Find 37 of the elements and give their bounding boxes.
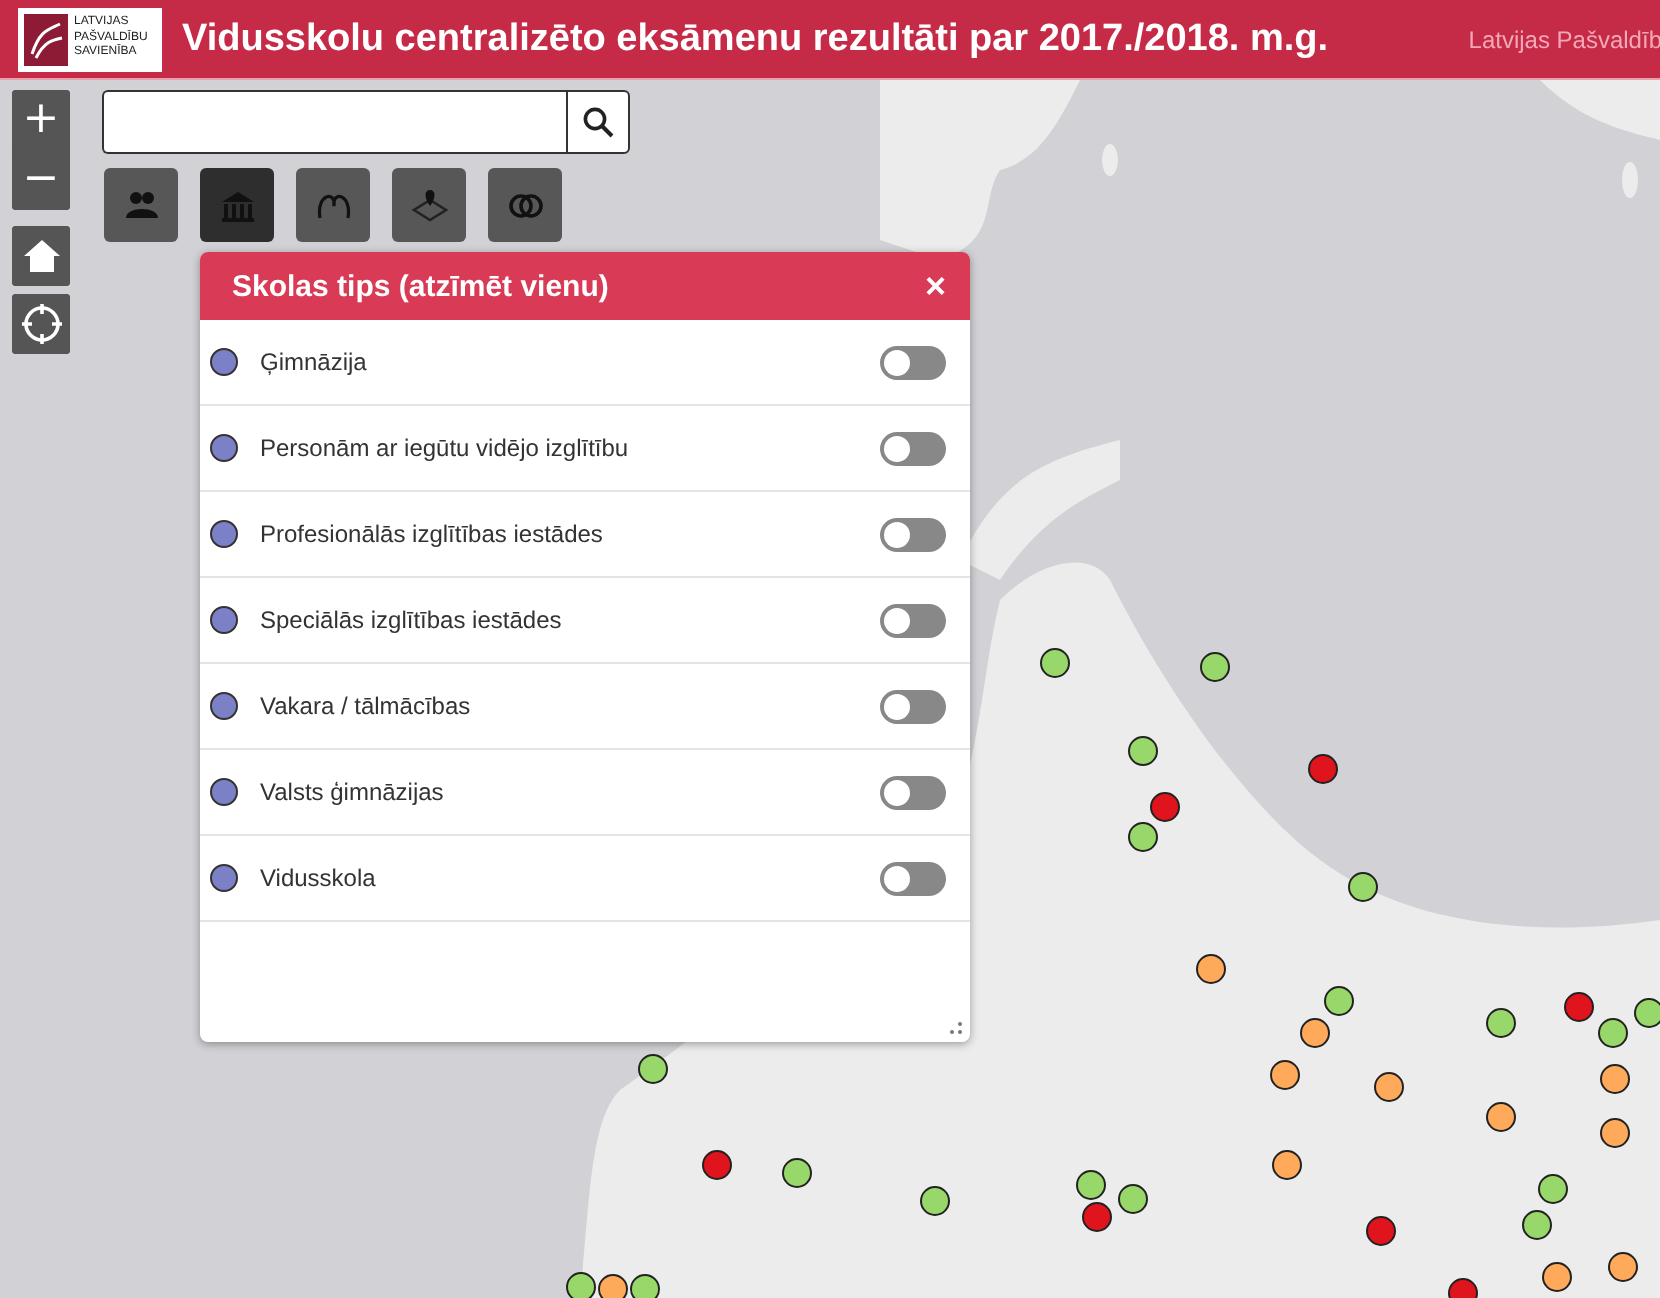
category-label: Vakara / tālmācības: [260, 692, 473, 720]
tool-button[interactable]: [296, 168, 370, 242]
panel-title: Skolas tips (atzīmēt vienu): [232, 269, 611, 303]
category-label: Ģimnāzija: [260, 348, 369, 376]
category-label: Vidusskola: [260, 864, 378, 892]
locate-button[interactable]: [12, 294, 70, 354]
toggle-switch[interactable]: [880, 517, 946, 551]
category-dot: [210, 778, 238, 806]
home-icon: [21, 236, 61, 276]
toggle-switch[interactable]: [880, 775, 946, 809]
category-dot: [210, 864, 238, 892]
search-button[interactable]: [566, 90, 630, 154]
toggle-switch[interactable]: [880, 345, 946, 379]
category-dot: [210, 606, 238, 634]
category-dot: [210, 692, 238, 720]
map-pin-icon: [409, 185, 449, 225]
category-dot: [210, 520, 238, 548]
category-label: Profesionālās izglītības iestādes: [260, 520, 605, 548]
search-icon: [582, 106, 614, 138]
tool-button[interactable]: [104, 168, 178, 242]
search-field[interactable]: [102, 90, 566, 154]
resize-grip-icon[interactable]: [948, 1020, 964, 1036]
app-title: Vidusskolu centralizēto eksāmenu rezultāti par 2017./2018. m.g.: [182, 17, 1329, 61]
category-label: Valsts ģimnāzijas: [260, 778, 446, 806]
category-dot: [210, 348, 238, 376]
toggle-switch[interactable]: [880, 603, 946, 637]
category-dot: [210, 434, 238, 462]
home-button[interactable]: [12, 226, 70, 286]
category-label: Personām ar iegūtu vidējo izglītību: [260, 434, 631, 462]
toggle-switch[interactable]: [880, 689, 946, 723]
crosshair-icon: [19, 302, 63, 346]
tool-button[interactable]: [488, 168, 562, 242]
logo-icon: [24, 13, 68, 65]
category-label: Speciālās izglītības iestādes: [260, 606, 564, 634]
toggle-switch[interactable]: [880, 431, 946, 465]
close-button[interactable]: ×: [924, 265, 946, 307]
toggle-switch[interactable]: [880, 861, 946, 895]
